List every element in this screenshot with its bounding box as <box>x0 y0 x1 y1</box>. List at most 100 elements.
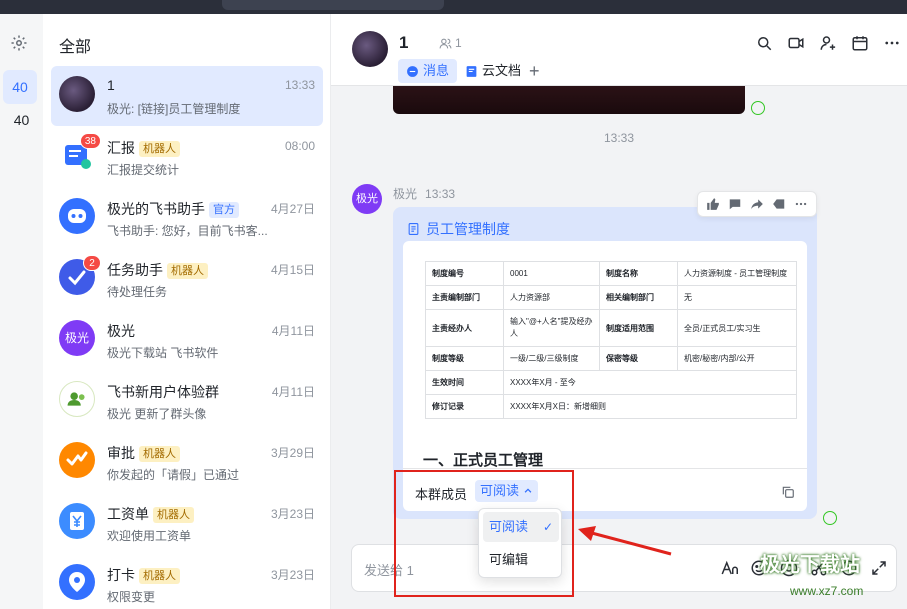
conversation-time: 08:00 <box>284 139 315 153</box>
message-meta: 极光 13:33 <box>393 185 455 202</box>
tab-docs-label: 云文档 <box>482 63 522 78</box>
gear-icon[interactable] <box>10 34 28 52</box>
card-title[interactable]: 员工管理制度 <box>407 219 510 239</box>
conversation-time: 13:33 <box>284 78 315 92</box>
table-row: 制度等级 一级/二级/三级制度 保密等级 机密/秘密/内部/公开 <box>425 346 797 371</box>
table-cell: XXXX年X月 - 至今 <box>503 370 797 395</box>
yen-icon <box>59 503 95 539</box>
message-actions <box>697 191 817 217</box>
conversation-list: 全部 1 13:33 极光: [链接]员工管理制度 38 汇报 机器人 08:00… <box>43 14 331 609</box>
more-icon[interactable] <box>883 34 901 52</box>
table-cell: 0001 <box>503 261 600 286</box>
conversation-time: 4月11日 <box>271 324 315 338</box>
table-cell: 保密等级 <box>599 346 678 371</box>
chat-header: 1 1 消息 云文档 + <box>331 14 907 86</box>
tab-messages-label: 消息 <box>423 63 450 78</box>
table-row: 主责经办人 输入"@+人名"提及经办人 制度适用范围 全员/正式员工/实习生 <box>425 309 797 347</box>
calendar-icon[interactable] <box>851 34 869 52</box>
table-cell: 输入"@+人名"提及经办人 <box>503 309 600 347</box>
conversation-item-group[interactable]: 飞书新用户体验群 4月11日 极光 更新了群头像 <box>51 371 323 431</box>
table-cell: 一级/二级/三级制度 <box>503 346 600 371</box>
rail-item-1[interactable]: 40 <box>3 70 37 104</box>
avatar: 极光 <box>59 320 95 356</box>
conversation-time: 4月15日 <box>270 263 315 277</box>
reply-icon[interactable] <box>728 197 742 211</box>
conversation-preview: 极光下载站 飞书软件 <box>107 346 219 360</box>
sender-avatar[interactable]: 极光 <box>352 184 382 214</box>
bot-tag: 机器人 <box>139 446 180 462</box>
card-title-text: 员工管理制度 <box>426 221 510 237</box>
table-row: 制度编号 0001 制度名称 人力资源制度 - 员工管理制度 <box>425 261 797 286</box>
title-bar <box>0 0 907 14</box>
table-cell: 制度名称 <box>599 261 678 286</box>
video-call-icon[interactable] <box>787 34 805 52</box>
conversation-preview: 欢迎使用工资单 <box>107 529 192 543</box>
conversation-name: 极光的飞书助手 <box>107 201 205 217</box>
conversation-item-report[interactable]: 38 汇报 机器人 08:00 汇报提交统计 <box>51 127 323 187</box>
chat-panel: 1 1 消息 云文档 + 13:33 极光 极光 13:33 员工管理制度 制度… <box>331 14 907 609</box>
expand-icon[interactable] <box>870 559 888 577</box>
conversation-name: 1 <box>107 77 115 93</box>
message-time: 13:33 <box>425 187 456 201</box>
previous-image-message[interactable] <box>393 86 745 114</box>
conversation-item-clockin[interactable]: 打卡 机器人 3月23日 权限变更 <box>51 554 323 609</box>
table-cell: 全员/正式员工/实习生 <box>677 309 797 347</box>
official-tag: 官方 <box>209 202 239 218</box>
conversation-preview: 极光: [链接]员工管理制度 <box>107 102 241 116</box>
table-cell: 人力资源部 <box>503 285 600 310</box>
robot-icon <box>59 198 95 234</box>
search-icon[interactable] <box>755 34 773 52</box>
conversation-item-payslip[interactable]: 工资单 机器人 3月23日 欢迎使用工资单 <box>51 493 323 553</box>
bot-tag: 机器人 <box>153 507 194 523</box>
conversation-preview: 你发起的「请假」已通过 <box>107 468 240 482</box>
conversation-time: 3月23日 <box>270 568 315 582</box>
members-icon <box>439 38 452 48</box>
table-cell: 修订记录 <box>425 394 504 419</box>
bot-tag: 机器人 <box>139 568 180 584</box>
conversation-item-1[interactable]: 1 13:33 极光: [链接]员工管理制度 <box>51 66 323 126</box>
forward-icon[interactable] <box>750 197 764 211</box>
conversation-item-assistant[interactable]: 极光的飞书助手 官方 4月27日 飞书助手: 您好，目前飞书客... <box>51 188 323 248</box>
avatar <box>59 76 95 112</box>
conversation-preview: 飞书助手: 您好，目前飞书客... <box>107 224 268 238</box>
copy-icon[interactable] <box>781 485 795 499</box>
conversation-time: 4月27日 <box>270 202 315 216</box>
tab-docs[interactable]: 云文档 <box>461 59 525 83</box>
chat-avatar[interactable] <box>352 31 388 67</box>
tag-icon[interactable] <box>772 197 786 211</box>
report-icon: 38 <box>59 133 101 173</box>
conversation-name: 飞书新用户体验群 <box>107 384 219 400</box>
table-cell: 主责经办人 <box>425 309 504 347</box>
conversation-name: 任务助手 <box>107 262 163 278</box>
table-cell: 相关编制部门 <box>599 285 678 310</box>
table-cell: 主责编制部门 <box>425 285 504 310</box>
conversation-preview: 待处理任务 <box>107 285 168 299</box>
highlight-box <box>394 470 574 597</box>
conversation-time: 3月29日 <box>270 446 315 460</box>
sender-name: 极光 <box>393 187 418 201</box>
conversation-item-approval[interactable]: 审批 机器人 3月29日 你发起的「请假」已通过 <box>51 432 323 492</box>
table-cell: 机密/秘密/内部/公开 <box>677 346 797 371</box>
conversation-item-task[interactable]: 2 任务助手 机器人 4月15日 待处理任务 <box>51 249 323 309</box>
approval-icon <box>59 442 95 478</box>
text-format-icon[interactable] <box>720 559 738 577</box>
task-check-icon: 2 <box>59 255 101 295</box>
more-icon[interactable] <box>794 197 808 211</box>
tab-messages[interactable]: 消息 <box>398 59 458 83</box>
rail-item-2[interactable]: 40 <box>0 112 43 128</box>
add-tab-button[interactable]: + <box>529 60 540 82</box>
document-icon <box>408 223 419 235</box>
global-search-bar[interactable] <box>222 0 444 10</box>
table-cell: 制度编号 <box>425 261 504 286</box>
conversation-preview: 汇报提交统计 <box>107 163 180 177</box>
add-member-icon[interactable] <box>819 34 837 52</box>
bot-tag: 机器人 <box>167 263 208 279</box>
group-icon <box>59 381 95 417</box>
conversation-item-jiguang[interactable]: 极光 极光 4月11日 极光下载站 飞书软件 <box>51 310 323 370</box>
conversation-name: 汇报 <box>107 140 135 156</box>
unread-badge: 2 <box>83 255 101 271</box>
location-pin-icon <box>59 564 95 600</box>
member-count[interactable]: 1 <box>439 36 462 50</box>
conversation-preview: 权限变更 <box>107 590 156 604</box>
thumbs-up-icon[interactable] <box>706 197 720 211</box>
